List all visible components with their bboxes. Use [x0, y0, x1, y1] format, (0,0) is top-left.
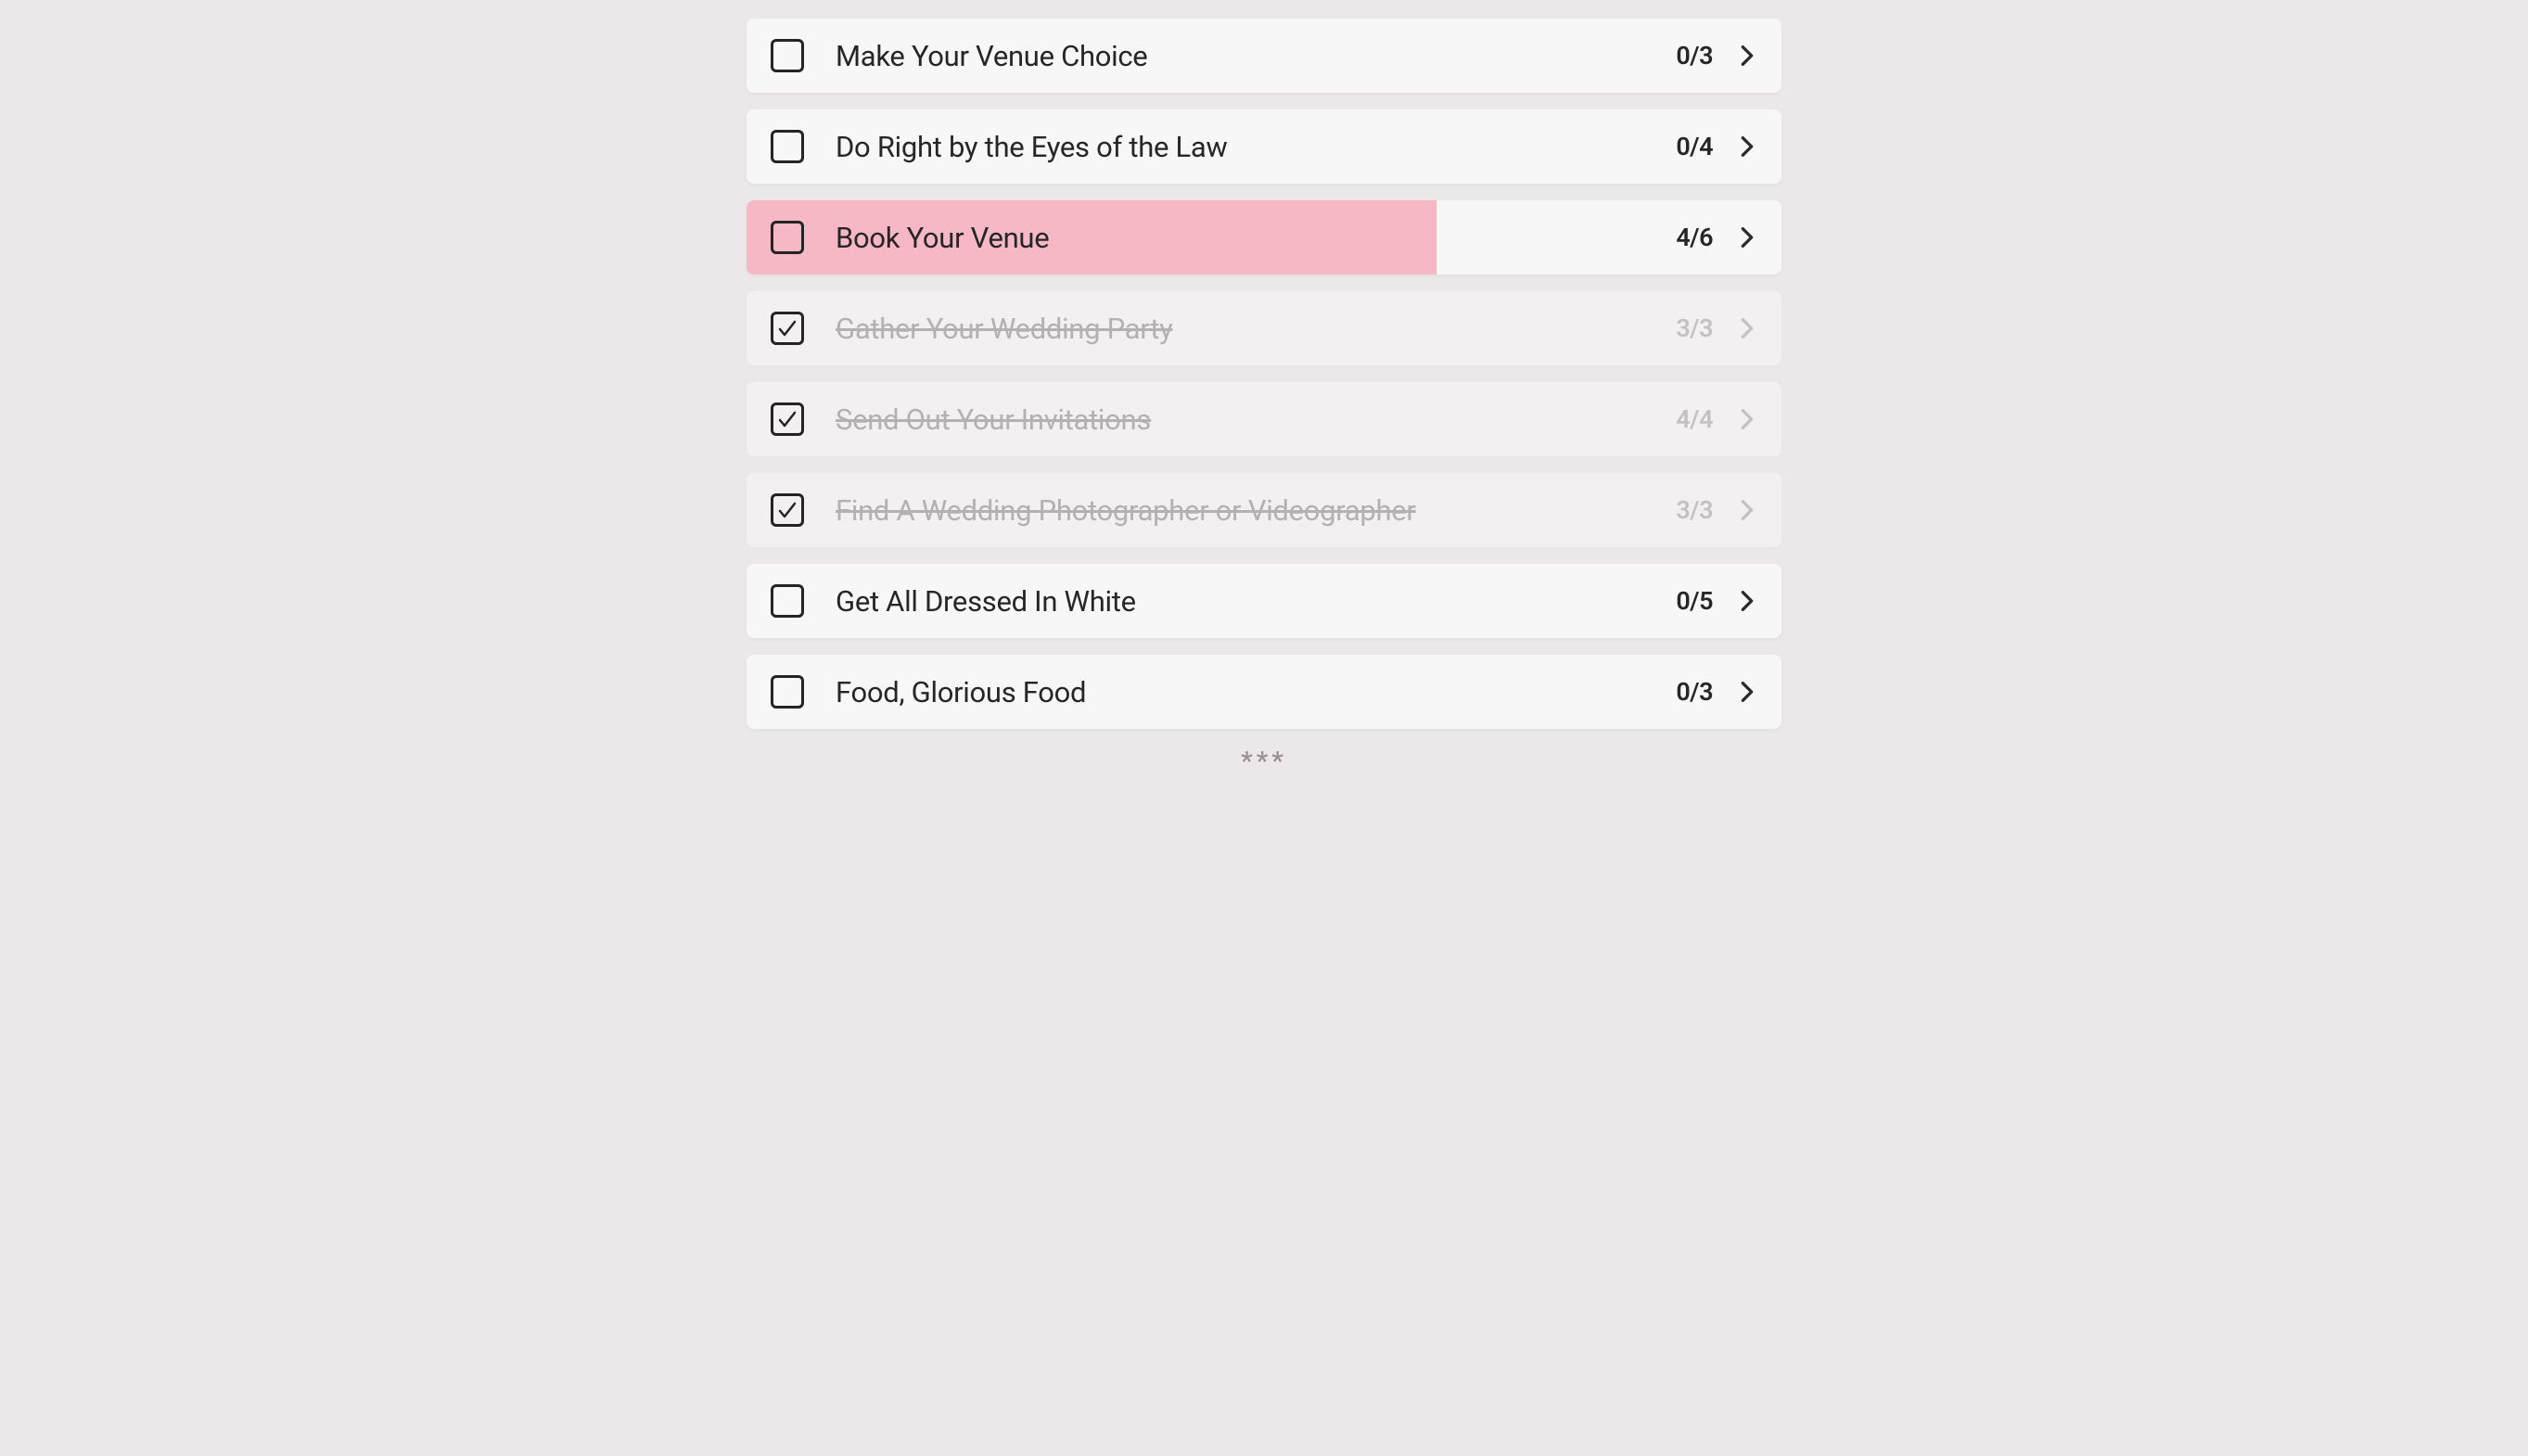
chevron-right-icon	[1739, 43, 1756, 69]
section-divider: ***	[747, 746, 1781, 776]
chevron-right-icon	[1739, 406, 1756, 432]
task-title: Food, Glorious Food	[836, 675, 1676, 709]
chevron-right-icon	[1739, 588, 1756, 614]
task-title: Gather Your Wedding Party	[836, 312, 1676, 346]
task-checkbox[interactable]	[771, 493, 804, 527]
task-count: 3/3	[1676, 313, 1713, 343]
task-item[interactable]: Send Out Your Invitations 4/4	[747, 382, 1781, 456]
chevron-right-icon	[1739, 679, 1756, 705]
task-title: Get All Dressed In White	[836, 584, 1676, 619]
task-item[interactable]: Get All Dressed In White 0/5	[747, 564, 1781, 638]
task-list-container: Make Your Venue Choice 0/3 Do Right by t…	[670, 19, 1858, 776]
task-checkbox[interactable]	[771, 584, 804, 618]
chevron-right-icon	[1739, 497, 1756, 523]
chevron-right-icon	[1739, 134, 1756, 160]
task-item[interactable]: Book Your Venue 4/6	[747, 200, 1781, 275]
task-title: Do Right by the Eyes of the Law	[836, 130, 1676, 164]
task-checkbox[interactable]	[771, 312, 804, 345]
task-count: 0/4	[1676, 132, 1713, 161]
task-count: 4/4	[1676, 404, 1713, 434]
task-checkbox[interactable]	[771, 130, 804, 163]
task-title: Book Your Venue	[836, 221, 1676, 255]
task-count: 0/3	[1676, 677, 1713, 707]
task-count: 4/6	[1676, 223, 1713, 252]
task-checkbox[interactable]	[771, 675, 804, 709]
task-item[interactable]: Make Your Venue Choice 0/3	[747, 19, 1781, 93]
task-title: Send Out Your Invitations	[836, 402, 1676, 437]
task-checkbox[interactable]	[771, 221, 804, 254]
task-count: 0/5	[1676, 586, 1713, 616]
task-checkbox[interactable]	[771, 39, 804, 72]
chevron-right-icon	[1739, 315, 1756, 341]
task-count: 3/3	[1676, 495, 1713, 525]
task-item[interactable]: Do Right by the Eyes of the Law 0/4	[747, 109, 1781, 184]
task-checkbox[interactable]	[771, 402, 804, 436]
chevron-right-icon	[1739, 224, 1756, 250]
task-count: 0/3	[1676, 41, 1713, 70]
task-title: Make Your Venue Choice	[836, 39, 1676, 73]
task-title: Find A Wedding Photographer or Videograp…	[836, 493, 1676, 528]
task-item[interactable]: Food, Glorious Food 0/3	[747, 655, 1781, 729]
task-item[interactable]: Find A Wedding Photographer or Videograp…	[747, 473, 1781, 547]
task-item[interactable]: Gather Your Wedding Party 3/3	[747, 291, 1781, 365]
